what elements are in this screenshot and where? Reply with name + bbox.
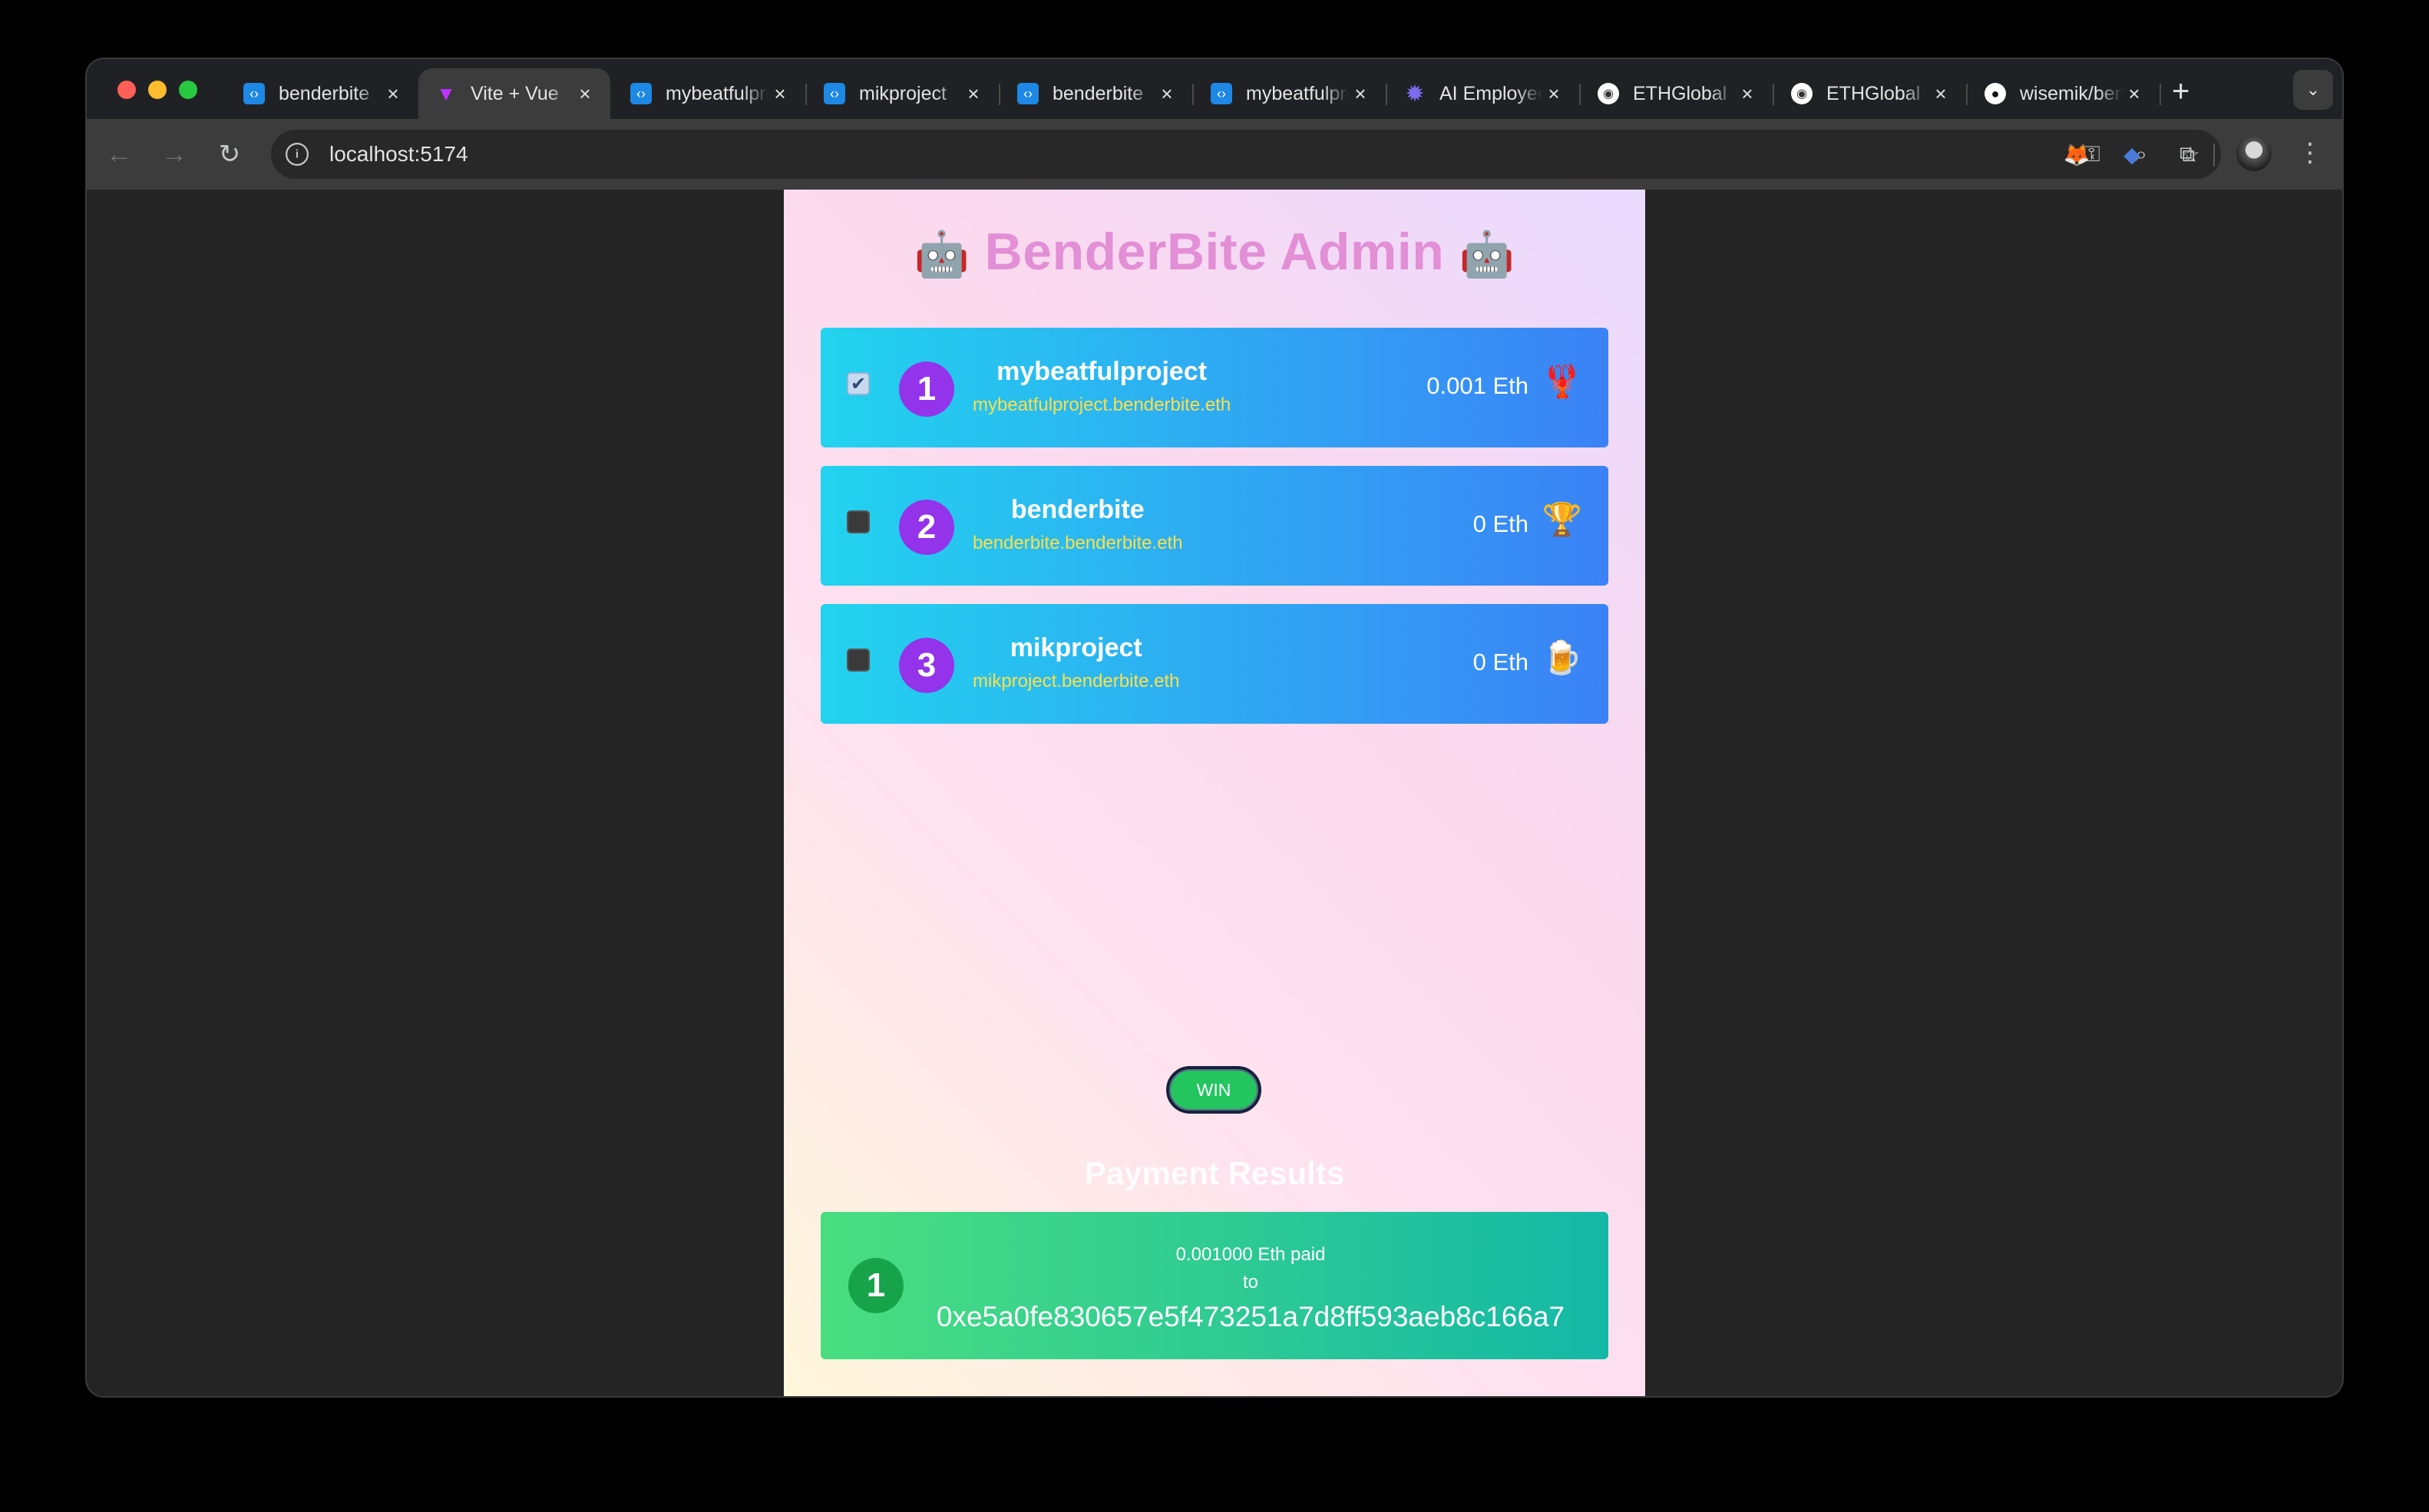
vscode-icon: ‹› <box>243 83 265 104</box>
tab-label: AI Employee <box>1439 82 1542 104</box>
vite-icon: ▼ <box>436 81 456 105</box>
tab-label: ETHGlobal <box>1633 82 1727 104</box>
project-checkbox[interactable] <box>847 510 870 533</box>
profile-avatar[interactable] <box>2236 136 2272 171</box>
recipient-address: 0xe5a0fe830657e5f473251a7d8ff593aeb8c166… <box>936 1301 1565 1332</box>
project-ens: mikproject.benderbite.eth <box>973 671 1180 692</box>
project-names: mikproject mikproject.benderbite.eth <box>973 633 1179 692</box>
reload-icon[interactable]: ↻ <box>211 136 248 173</box>
minimize-window-button[interactable] <box>148 81 167 99</box>
close-icon[interactable]: × <box>1542 82 1565 106</box>
vscode-icon: ‹› <box>1017 83 1039 104</box>
close-icon[interactable]: × <box>1349 82 1372 106</box>
project-name: mikproject <box>1010 633 1142 662</box>
project-amount: 0 Eth <box>1472 510 1528 537</box>
tab-label: mybeatfulproject <box>1246 82 1349 104</box>
close-icon[interactable]: × <box>1155 82 1178 106</box>
page-viewport: 🤖 BenderBite Admin 🤖 ✔ 1 mybeatfulprojec… <box>87 190 2342 1396</box>
to-text: to <box>1242 1272 1258 1292</box>
extension-rainbow-icon[interactable]: ◆ <box>2115 137 2149 171</box>
vscode-icon: ‹› <box>630 83 652 104</box>
page-title-text: BenderBite Admin <box>984 223 1445 281</box>
gear-icon: ✹ <box>1405 81 1425 107</box>
close-icon[interactable]: × <box>1929 82 1952 106</box>
tab-label: wisemik/benderbite <box>2020 82 2123 104</box>
tab-label: benderbite <box>279 82 370 104</box>
result-rank-badge: 1 <box>848 1258 904 1313</box>
extensions-puzzle-icon[interactable]: ⧉ <box>2170 137 2204 171</box>
menu-kebab-icon[interactable]: ⋮ <box>2295 137 2325 168</box>
project-card-mikproject: 3 mikproject mikproject.benderbite.eth 0… <box>821 604 1608 724</box>
maximize-window-button[interactable] <box>179 81 197 99</box>
tab-label: mybeatfulproject <box>666 82 768 104</box>
tab-strip: ‹› benderbite × ▼ Vite + Vue × ‹› mybeat… <box>87 59 2342 119</box>
project-amount: 0 Eth <box>1472 649 1528 675</box>
rank-badge: 3 <box>899 638 954 693</box>
rank-badge: 2 <box>899 500 954 555</box>
project-card-mybeatfulproject: ✔ 1 mybeatfulproject mybeatfulproject.be… <box>821 328 1608 447</box>
robot-icon: 🤖 <box>1459 229 1515 279</box>
tab-label: Vite + Vue <box>471 82 559 104</box>
tab-label: benderbite <box>1053 82 1144 104</box>
ethglobal-icon: ◉ <box>1598 83 1619 104</box>
result-text: 0.001000 Eth paid to 0xe5a0fe830657e5f47… <box>920 1241 1581 1333</box>
close-icon[interactable]: × <box>768 82 791 106</box>
ethglobal-icon: ◉ <box>1791 83 1813 104</box>
metamask-icon[interactable]: 🦊 <box>2060 137 2094 171</box>
rank-badge: 1 <box>899 361 954 417</box>
close-icon[interactable]: × <box>382 82 405 106</box>
close-icon[interactable]: × <box>573 82 597 106</box>
tab-ethglobal-2[interactable]: ◉ ETHGlobal × <box>1774 68 1966 119</box>
trophy-icon: 🏆 <box>1542 501 1582 537</box>
tab-ethglobal-1[interactable]: ◉ ETHGlobal × <box>1581 68 1773 119</box>
win-button[interactable]: WIN <box>1166 1066 1261 1114</box>
lobster-icon: 🦞 <box>1542 363 1582 399</box>
project-ens: benderbite.benderbite.eth <box>973 533 1183 553</box>
project-checkbox[interactable]: ✔ <box>847 372 870 395</box>
benderbite-admin-app: 🤖 BenderBite Admin 🤖 ✔ 1 mybeatfulprojec… <box>784 190 1645 1396</box>
site-info-icon[interactable]: i <box>286 143 309 166</box>
project-name: mybeatfulproject <box>996 357 1208 386</box>
back-arrow-icon[interactable]: ← <box>101 136 137 173</box>
new-tab-button[interactable]: + <box>2172 76 2189 107</box>
close-icon[interactable]: × <box>1736 82 1759 106</box>
tab-mikproject[interactable]: ‹› mikproject × <box>807 68 999 119</box>
paid-amount-text: 0.001000 Eth paid <box>1175 1244 1326 1265</box>
project-names: benderbite benderbite.benderbite.eth <box>973 495 1183 554</box>
payment-result-card: 1 0.001000 Eth paid to 0xe5a0fe830657e5f… <box>821 1212 1608 1359</box>
github-icon: ● <box>1985 83 2006 104</box>
payment-results-heading: Payment Results <box>1084 1155 1345 1191</box>
close-icon[interactable]: × <box>962 82 985 106</box>
project-amount: 0.001 Eth <box>1426 372 1528 399</box>
browser-window: ‹› benderbite × ▼ Vite + Vue × ‹› mybeat… <box>87 59 2342 1396</box>
url-text[interactable]: localhost:5174 <box>329 142 468 167</box>
tab-mybeatfulproject-2[interactable]: ‹› mybeatfulproject × <box>1194 68 1386 119</box>
vscode-icon: ‹› <box>1211 83 1232 104</box>
forward-arrow-icon[interactable]: → <box>156 136 193 173</box>
close-icon[interactable]: × <box>2123 82 2146 106</box>
robot-icon: 🤖 <box>914 229 970 279</box>
browser-toolbar: ← → ↻ i localhost:5174 ⚿ ⌕ ☆ 🦊 ◆ ⧉ ⋮ <box>87 119 2342 190</box>
project-names: mybeatfulproject mybeatfulproject.bender… <box>973 357 1231 416</box>
tab-label: ETHGlobal <box>1826 82 1921 104</box>
project-ens: mybeatfulproject.benderbite.eth <box>973 395 1231 415</box>
tab-benderbite-1[interactable]: ‹› benderbite × <box>226 68 418 119</box>
project-checkbox[interactable] <box>847 649 870 672</box>
close-window-button[interactable] <box>117 81 136 99</box>
page-title: 🤖 BenderBite Admin 🤖 <box>784 222 1645 282</box>
tab-label: mikproject <box>859 82 947 104</box>
beer-mug-icon: 🍺 <box>1542 639 1582 675</box>
tab-ai-employee[interactable]: ✹ AI Employee × <box>1387 68 1579 119</box>
tab-search-button[interactable]: ⌄ <box>2293 70 2333 110</box>
project-name: benderbite <box>1010 495 1145 524</box>
tab-mybeatfulproject-1[interactable]: ‹› mybeatfulproject × <box>613 68 805 119</box>
project-card-benderbite: 2 benderbite benderbite.benderbite.eth 0… <box>821 466 1608 586</box>
tab-benderbite-2[interactable]: ‹› benderbite × <box>1000 68 1192 119</box>
tab-vite-vue[interactable]: ▼ Vite + Vue × <box>418 68 610 119</box>
tab-github[interactable]: ● wisemik/benderbite × <box>1968 68 2160 119</box>
address-bar[interactable]: i localhost:5174 ⚿ ⌕ ☆ <box>271 130 2221 179</box>
vscode-icon: ‹› <box>824 83 845 104</box>
